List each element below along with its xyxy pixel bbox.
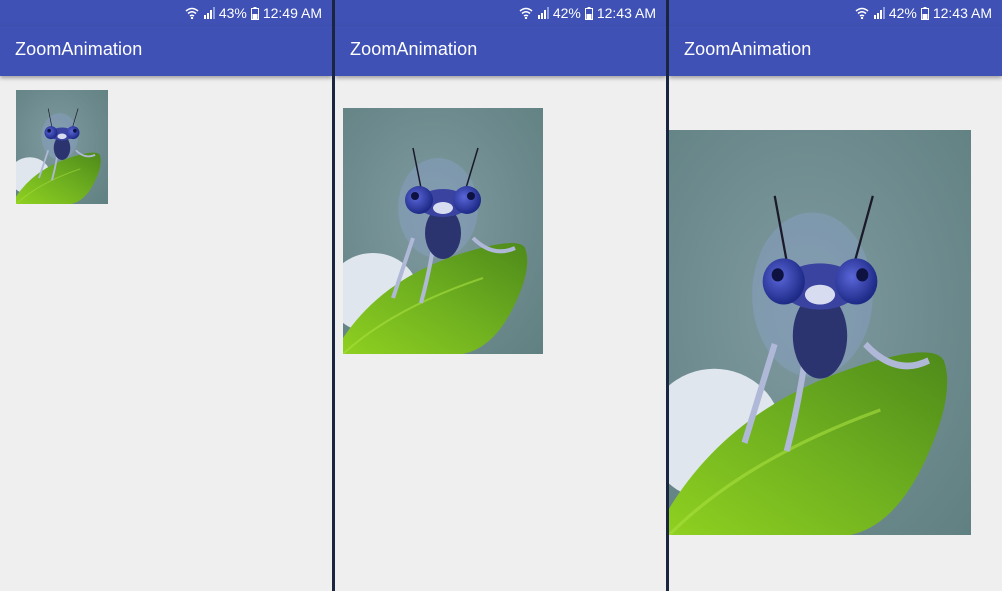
battery-percent: 43% (218, 5, 247, 21)
status-bar: 42% 12:43 AM (335, 0, 666, 26)
battery-icon (250, 6, 259, 20)
zooming-image[interactable] (343, 108, 543, 354)
expanded-image[interactable] (669, 130, 971, 535)
app-bar: ZoomAnimation (669, 26, 1002, 76)
clock: 12:49 AM (262, 5, 322, 21)
battery-percent: 42% (888, 5, 917, 21)
app-title: ZoomAnimation (684, 39, 812, 59)
battery-icon (584, 6, 593, 20)
wifi-icon (519, 7, 533, 19)
app-title: ZoomAnimation (15, 39, 143, 59)
battery-percent: 42% (552, 5, 581, 21)
app-bar: ZoomAnimation (0, 26, 332, 76)
battery-icon (920, 6, 929, 20)
clock: 12:43 AM (932, 5, 992, 21)
app-title: ZoomAnimation (350, 39, 478, 59)
wifi-icon (185, 7, 199, 19)
wifi-icon (855, 7, 869, 19)
status-bar: 42% 12:43 AM (669, 0, 1002, 26)
damselfly-photo (343, 108, 543, 354)
phone-screen-3: 42% 12:43 AM ZoomAnimation (669, 0, 1002, 591)
thumbnail-image[interactable] (16, 90, 108, 204)
signal-icon (537, 7, 549, 19)
damselfly-photo (16, 90, 108, 204)
phone-screen-1: 43% 12:49 AM ZoomAnimation (0, 0, 332, 591)
clock: 12:43 AM (596, 5, 656, 21)
signal-icon (873, 7, 885, 19)
signal-icon (203, 7, 215, 19)
phone-screen-2: 42% 12:43 AM ZoomAnimation (335, 0, 666, 591)
app-bar: ZoomAnimation (335, 26, 666, 76)
status-bar: 43% 12:49 AM (0, 0, 332, 26)
damselfly-photo (669, 130, 971, 535)
